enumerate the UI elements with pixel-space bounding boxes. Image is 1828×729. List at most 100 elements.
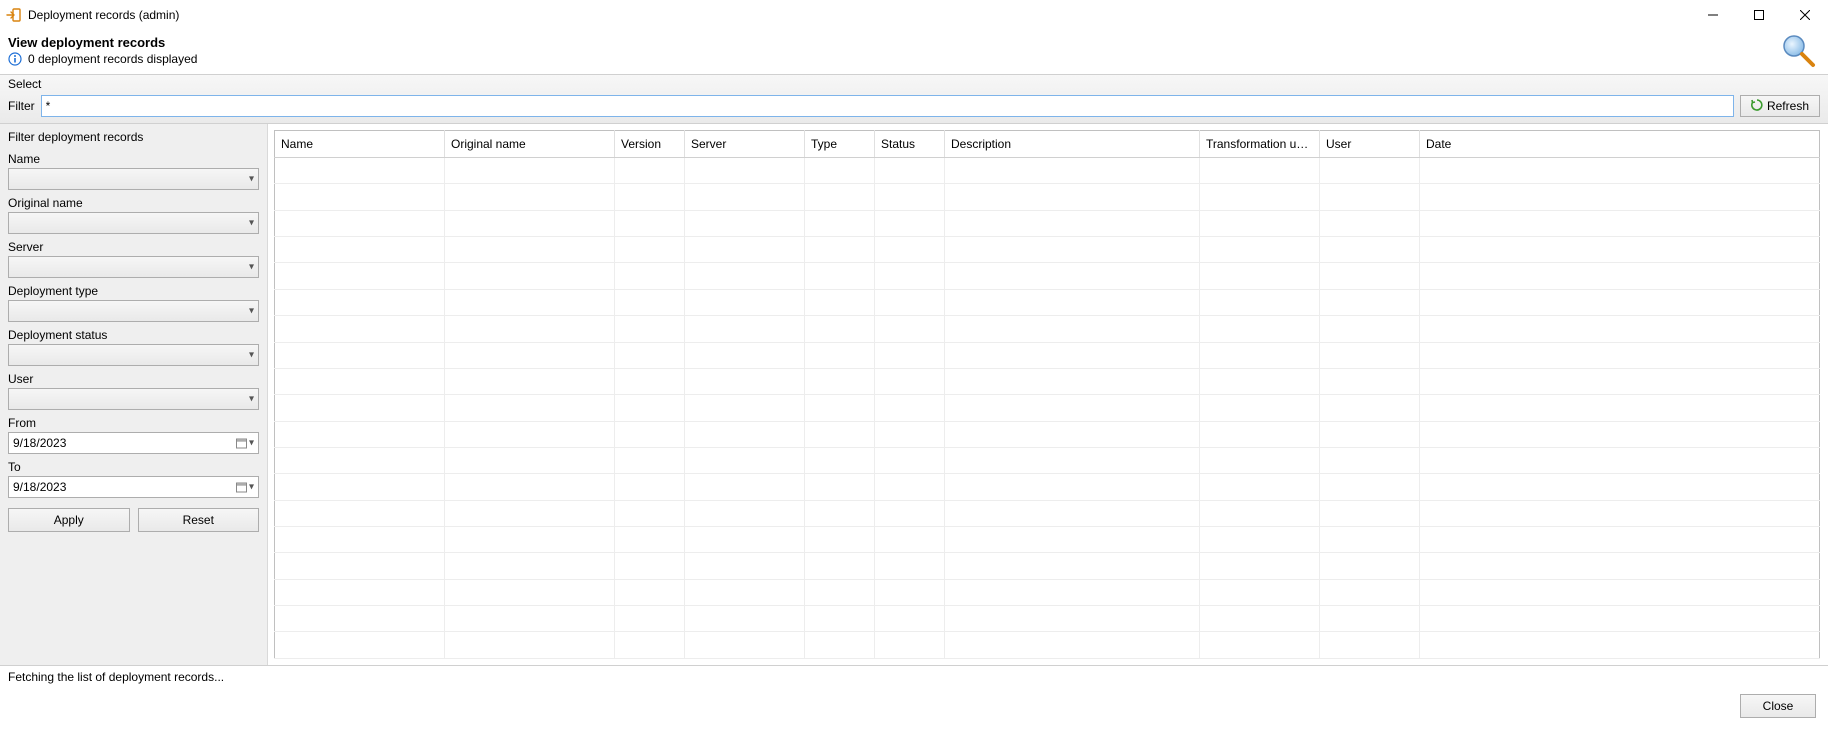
to-label: To — [8, 460, 259, 474]
table-cell — [685, 632, 805, 659]
table-cell — [445, 158, 615, 184]
table-row[interactable] — [275, 158, 1820, 184]
table-row[interactable] — [275, 579, 1820, 605]
calendar-icon: ▾ — [236, 482, 254, 493]
table-row[interactable] — [275, 316, 1820, 342]
table-cell — [445, 500, 615, 526]
table-cell — [1420, 579, 1820, 605]
table-cell — [445, 447, 615, 473]
table-cell — [875, 210, 945, 236]
table-row[interactable] — [275, 527, 1820, 553]
apply-button[interactable]: Apply — [8, 508, 130, 532]
table-cell — [945, 447, 1200, 473]
table-row[interactable] — [275, 289, 1820, 315]
table-cell — [445, 421, 615, 447]
maximize-button[interactable] — [1736, 0, 1782, 30]
table-cell — [685, 316, 805, 342]
table-row[interactable] — [275, 263, 1820, 289]
table-cell — [875, 421, 945, 447]
table-cell — [1320, 368, 1420, 394]
reset-button-label: Reset — [183, 513, 214, 527]
table-cell — [615, 316, 685, 342]
table-cell — [615, 210, 685, 236]
table-cell — [1200, 395, 1320, 421]
table-cell — [1320, 184, 1420, 210]
column-header[interactable]: Name — [275, 131, 445, 158]
table-cell — [685, 368, 805, 394]
name-combo[interactable]: ▾ — [8, 168, 259, 190]
table-row[interactable] — [275, 184, 1820, 210]
table-cell — [805, 158, 875, 184]
column-header[interactable]: Status — [875, 131, 945, 158]
table-cell — [1420, 158, 1820, 184]
from-date-input[interactable]: 9/18/2023 ▾ — [8, 432, 259, 454]
table-cell — [275, 579, 445, 605]
table-cell — [685, 500, 805, 526]
deployment-status-combo[interactable]: ▾ — [8, 344, 259, 366]
results-table[interactable]: Name Original name Version Server Type S… — [274, 130, 1820, 659]
to-date-input[interactable]: 9/18/2023 ▾ — [8, 476, 259, 498]
table-cell — [805, 527, 875, 553]
table-row[interactable] — [275, 553, 1820, 579]
column-header[interactable]: User — [1320, 131, 1420, 158]
table-cell — [945, 342, 1200, 368]
table-cell — [445, 316, 615, 342]
table-cell — [615, 263, 685, 289]
chevron-down-icon: ▾ — [249, 218, 254, 229]
column-header[interactable]: Transformation used? — [1200, 131, 1320, 158]
table-row[interactable] — [275, 447, 1820, 473]
footer: Close — [0, 688, 1828, 728]
table-row[interactable] — [275, 210, 1820, 236]
table-cell — [445, 632, 615, 659]
column-header[interactable]: Description — [945, 131, 1200, 158]
refresh-button[interactable]: Refresh — [1740, 95, 1820, 117]
table-cell — [685, 474, 805, 500]
table-cell — [615, 527, 685, 553]
reset-button[interactable]: Reset — [138, 508, 260, 532]
column-header[interactable]: Server — [685, 131, 805, 158]
chevron-down-icon: ▾ — [249, 350, 254, 361]
column-header[interactable]: Type — [805, 131, 875, 158]
table-cell — [275, 527, 445, 553]
table-row[interactable] — [275, 474, 1820, 500]
to-date-value: 9/18/2023 — [13, 480, 66, 494]
table-cell — [875, 527, 945, 553]
table-row[interactable] — [275, 395, 1820, 421]
column-header[interactable]: Date — [1420, 131, 1820, 158]
table-row[interactable] — [275, 500, 1820, 526]
table-row[interactable] — [275, 632, 1820, 659]
table-row[interactable] — [275, 606, 1820, 632]
column-header[interactable]: Version — [615, 131, 685, 158]
table-row[interactable] — [275, 342, 1820, 368]
table-cell — [445, 395, 615, 421]
original-name-combo[interactable]: ▾ — [8, 212, 259, 234]
close-window-button[interactable] — [1782, 0, 1828, 30]
table-cell — [1200, 553, 1320, 579]
table-row[interactable] — [275, 237, 1820, 263]
apply-button-label: Apply — [54, 513, 84, 527]
close-button[interactable]: Close — [1740, 694, 1816, 718]
filter-input[interactable] — [41, 95, 1734, 117]
minimize-button[interactable] — [1690, 0, 1736, 30]
deployment-type-combo[interactable]: ▾ — [8, 300, 259, 322]
table-cell — [275, 368, 445, 394]
table-cell — [1320, 210, 1420, 236]
table-cell — [445, 237, 615, 263]
table-cell — [1200, 263, 1320, 289]
table-cell — [805, 342, 875, 368]
table-row[interactable] — [275, 368, 1820, 394]
table-cell — [1320, 553, 1420, 579]
server-combo[interactable]: ▾ — [8, 256, 259, 278]
table-cell — [945, 210, 1200, 236]
user-combo[interactable]: ▾ — [8, 388, 259, 410]
table-cell — [805, 632, 875, 659]
table-cell — [945, 606, 1200, 632]
column-header[interactable]: Original name — [445, 131, 615, 158]
table-header-row: Name Original name Version Server Type S… — [275, 131, 1820, 158]
table-cell — [945, 500, 1200, 526]
table-row[interactable] — [275, 421, 1820, 447]
original-name-label: Original name — [8, 196, 259, 210]
table-cell — [615, 289, 685, 315]
table-cell — [1320, 421, 1420, 447]
table-cell — [805, 184, 875, 210]
